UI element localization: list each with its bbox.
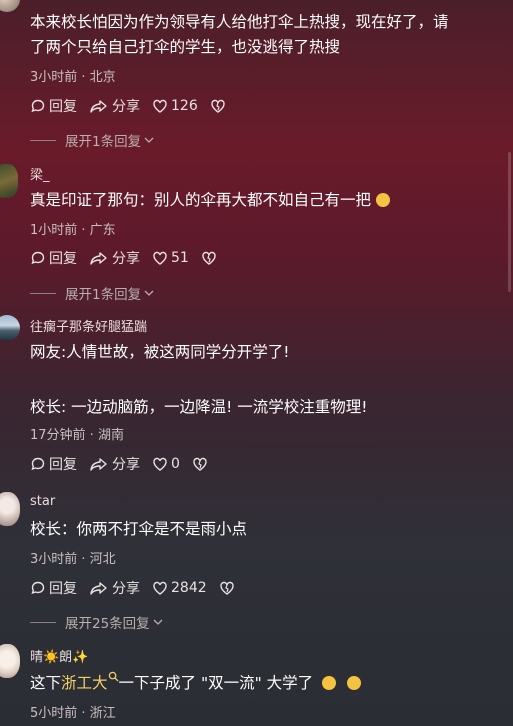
expand-label: 展开1条回复 bbox=[65, 287, 142, 303]
comment-text-line: 了两个只给自己打伞的学生，也没逃得了热搜 bbox=[30, 38, 341, 56]
heart-icon bbox=[153, 99, 167, 113]
divider-line bbox=[30, 292, 56, 294]
comment-bubble-icon bbox=[31, 99, 45, 113]
reply-label: 回复 bbox=[49, 251, 77, 267]
like-button[interactable]: 2842 bbox=[152, 580, 207, 596]
like-count: 0 bbox=[171, 456, 180, 472]
dislike-button[interactable] bbox=[201, 250, 220, 266]
comment-text-line: 本来校长怕因为作为领导有人给他打伞上热搜，现在好了，请 bbox=[30, 13, 449, 31]
avatar[interactable] bbox=[0, 164, 18, 198]
comment-text-line: 校长: 一边动脑筋，一边降温! 一流学校注重物理! bbox=[30, 398, 368, 416]
comment-bubble-icon bbox=[31, 457, 45, 471]
username[interactable]: 往瘸子那条好腿猛踹 bbox=[30, 316, 147, 335]
comment-text: 校长：你两不打伞是不是雨小点 bbox=[30, 517, 499, 542]
reply-button[interactable]: 回复 bbox=[30, 248, 77, 268]
reply-button[interactable]: 回复 bbox=[30, 454, 77, 474]
share-label: 分享 bbox=[112, 457, 140, 473]
broken-heart-icon bbox=[211, 99, 225, 113]
avatar[interactable] bbox=[0, 0, 20, 12]
heart-icon bbox=[153, 251, 167, 265]
divider-line bbox=[30, 139, 56, 141]
comment-text-line: 网友:人情世故，被这两同学分开学了! bbox=[30, 343, 290, 361]
divider-line bbox=[30, 621, 56, 623]
like-count: 126 bbox=[171, 98, 198, 114]
share-button[interactable]: 分享 bbox=[89, 248, 140, 268]
expand-replies[interactable]: 展开1条回复 bbox=[30, 283, 155, 303]
reply-button[interactable]: 回复 bbox=[30, 578, 77, 598]
reply-label: 回复 bbox=[49, 99, 77, 115]
dislike-button[interactable] bbox=[210, 98, 229, 114]
chevron-down-icon bbox=[144, 290, 154, 296]
comment-meta: 17分钟前 · 湖南 bbox=[30, 428, 124, 443]
comment-text-suffix: 一下子成了 "双一流" 大学了 bbox=[118, 674, 314, 692]
share-button[interactable]: 分享 bbox=[89, 454, 140, 474]
search-link[interactable]: 浙工大 bbox=[61, 671, 119, 692]
search-link-text: 浙工大 bbox=[61, 674, 108, 692]
shocked-emoji-icon bbox=[347, 676, 362, 690]
comment-meta: 3小时前 · 河北 bbox=[30, 552, 116, 567]
comment-actions: 回复 分享 51 bbox=[30, 248, 232, 268]
reply-button[interactable]: 回复 bbox=[30, 96, 77, 116]
dislike-button[interactable] bbox=[192, 456, 211, 472]
comment-list: 本来校长怕因为作为领导有人给他打伞上热搜，现在好了，请 了两个只给自己打伞的学生… bbox=[0, 0, 513, 726]
heart-icon bbox=[153, 457, 167, 471]
crying-laughing-emoji-icon bbox=[375, 193, 390, 207]
comment-meta: 5小时前 · 浙江 bbox=[30, 706, 116, 721]
username[interactable]: 晴☀️朗✨ bbox=[30, 646, 88, 665]
broken-heart-icon bbox=[193, 457, 207, 471]
comment-text-prefix: 这下 bbox=[30, 674, 62, 692]
reply-label: 回复 bbox=[49, 581, 77, 597]
expand-replies[interactable]: 展开25条回复 bbox=[30, 612, 164, 632]
share-arrow-icon bbox=[90, 252, 107, 265]
avatar[interactable] bbox=[0, 492, 20, 526]
heart-icon bbox=[153, 581, 167, 595]
broken-heart-icon bbox=[219, 581, 234, 595]
scrollbar[interactable] bbox=[508, 152, 511, 292]
shocked-emoji-icon bbox=[322, 676, 337, 690]
like-count: 2842 bbox=[171, 580, 207, 596]
username[interactable]: star bbox=[30, 494, 55, 509]
share-arrow-icon bbox=[90, 458, 107, 471]
avatar[interactable] bbox=[0, 315, 20, 341]
dislike-button[interactable] bbox=[219, 580, 238, 596]
comment-text: 本来校长怕因为作为领导有人给他打伞上热搜，现在好了，请 了两个只给自己打伞的学生… bbox=[30, 10, 499, 60]
like-count: 51 bbox=[171, 250, 189, 266]
share-arrow-icon bbox=[90, 582, 107, 595]
expand-label: 展开25条回复 bbox=[65, 616, 150, 632]
comment-actions: 回复 分享 0 bbox=[30, 454, 223, 474]
like-button[interactable]: 0 bbox=[152, 456, 180, 472]
chevron-down-icon bbox=[153, 619, 163, 625]
share-arrow-icon bbox=[90, 100, 107, 113]
share-label: 分享 bbox=[112, 251, 140, 267]
comment-text: 真是印证了那句：别人的伞再大都不如自己有一把 bbox=[30, 188, 499, 213]
comment-bubble-icon bbox=[31, 251, 45, 265]
comment-actions: 回复 分享 126 bbox=[30, 96, 241, 116]
reply-label: 回复 bbox=[49, 457, 77, 473]
like-button[interactable]: 126 bbox=[152, 98, 198, 114]
broken-heart-icon bbox=[202, 251, 216, 265]
comment-text-line: 校长：你两不打伞是不是雨小点 bbox=[30, 520, 248, 538]
chevron-down-icon bbox=[144, 137, 154, 143]
comment-bubble-icon bbox=[31, 581, 45, 595]
comment-text: 这下浙工大 一下子成了 "双一流" 大学了 bbox=[30, 671, 499, 696]
like-button[interactable]: 51 bbox=[152, 250, 189, 266]
share-button[interactable]: 分享 bbox=[89, 578, 140, 598]
comment-text-line: 真是印证了那句：别人的伞再大都不如自己有一把 bbox=[30, 191, 372, 209]
username[interactable]: 梁_ bbox=[30, 164, 50, 183]
comment-meta: 1小时前 · 广东 bbox=[30, 223, 116, 238]
expand-replies[interactable]: 展开1条回复 bbox=[30, 130, 155, 150]
avatar[interactable] bbox=[0, 644, 20, 678]
share-label: 分享 bbox=[112, 581, 140, 597]
share-label: 分享 bbox=[112, 99, 140, 115]
search-icon bbox=[108, 671, 119, 682]
expand-label: 展开1条回复 bbox=[65, 134, 142, 150]
share-button[interactable]: 分享 bbox=[89, 96, 140, 116]
comment-text: 网友:人情世故，被这两同学分开学了! 校长: 一边动脑筋，一边降温! 一流学校注… bbox=[30, 340, 499, 420]
comment-meta: 3小时前 · 北京 bbox=[30, 70, 116, 85]
comment-actions: 回复 分享 2842 bbox=[30, 578, 250, 598]
